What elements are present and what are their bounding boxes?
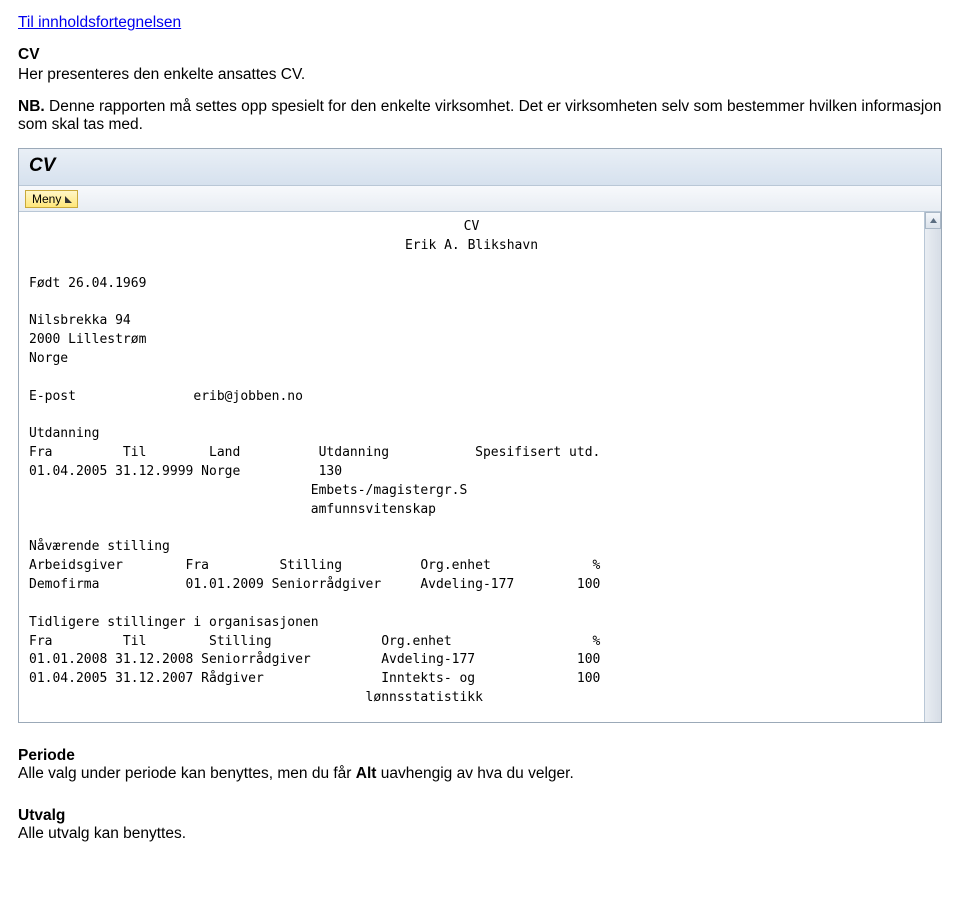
nb-line: NB. Denne rapporten må settes opp spesie… bbox=[18, 98, 942, 134]
cv-email-label: E-post bbox=[29, 389, 76, 404]
cv-edu-row1: 01.04.2005 31.12.9999 Norge 130 bbox=[29, 464, 342, 479]
cv-prev-row3: lønnsstatistikk bbox=[29, 690, 483, 705]
cv-edu-heading: Utdanning bbox=[29, 426, 99, 441]
scrollbar-track[interactable] bbox=[925, 229, 941, 722]
cv-cur-row: Demofirma 01.01.2009 Seniorrådgiver Avde… bbox=[29, 577, 600, 592]
nb-text: Denne rapporten må settes opp spesielt f… bbox=[18, 98, 942, 133]
meny-button-label: Meny bbox=[32, 192, 61, 206]
utvalg-text: Alle utvalg kan benyttes. bbox=[18, 825, 942, 843]
cv-cur-cols: Arbeidsgiver Fra Stilling Org.enhet % bbox=[29, 558, 600, 573]
periode-text-bold: Alt bbox=[356, 765, 377, 782]
periode-text-c: uavhengig av hva du velger. bbox=[376, 765, 573, 782]
app-titlebar: CV bbox=[19, 149, 941, 186]
window-title: CV bbox=[29, 155, 55, 176]
content-wrap: CVErik A. Blikshavn Født 26.04.1969 Nils… bbox=[19, 212, 941, 722]
cv-edu-row3: amfunnsvitenskap bbox=[29, 502, 436, 517]
section-title: CV bbox=[18, 46, 942, 64]
cv-prev-cols: Fra Til Stilling Org.enhet % bbox=[29, 634, 600, 649]
periode-text: Alle valg under periode kan benyttes, me… bbox=[18, 765, 942, 783]
toc-link[interactable]: Til innholdsfortegnelsen bbox=[18, 14, 181, 31]
toolbar: Meny bbox=[19, 186, 941, 212]
cv-prev-heading: Tidligere stillinger i organisasjonen bbox=[29, 615, 319, 630]
cv-cur-heading: Nåværende stilling bbox=[29, 539, 170, 554]
cv-edu-row2: Embets-/magistergr.S bbox=[29, 483, 467, 498]
cv-edu-cols: Fra Til Land Utdanning Spesifisert utd. bbox=[29, 445, 600, 460]
periode-text-a: Alle valg under periode kan benyttes, me… bbox=[18, 765, 356, 782]
periode-heading: Periode bbox=[18, 747, 942, 765]
cv-born: Født 26.04.1969 bbox=[29, 276, 146, 291]
cv-addr2: 2000 Lillestrøm bbox=[29, 332, 146, 347]
intro-line: Her presenteres den enkelte ansattes CV. bbox=[18, 66, 942, 84]
cv-name: Erik A. Blikshavn bbox=[29, 237, 914, 256]
cv-header-title: CV bbox=[29, 218, 914, 237]
meny-button[interactable]: Meny bbox=[25, 190, 78, 208]
cv-prev-row2: 01.04.2005 31.12.2007 Rådgiver Inntekts-… bbox=[29, 671, 600, 686]
scrollbar[interactable] bbox=[924, 212, 941, 722]
cv-prev-row1: 01.01.2008 31.12.2008 Seniorrådgiver Avd… bbox=[29, 652, 600, 667]
app-window: CV Meny CVErik A. Blikshavn Født 26.04.1… bbox=[18, 148, 942, 723]
scroll-up-button[interactable] bbox=[925, 212, 941, 229]
content-area: CVErik A. Blikshavn Født 26.04.1969 Nils… bbox=[19, 212, 924, 722]
menu-arrow-icon bbox=[65, 196, 72, 203]
cv-addr3: Norge bbox=[29, 351, 68, 366]
cv-addr1: Nilsbrekka 94 bbox=[29, 313, 131, 328]
chevron-up-icon bbox=[930, 218, 937, 223]
utvalg-heading: Utvalg bbox=[18, 807, 942, 825]
cv-email-value: erib@jobben.no bbox=[193, 389, 303, 404]
nb-label: NB. bbox=[18, 98, 45, 115]
